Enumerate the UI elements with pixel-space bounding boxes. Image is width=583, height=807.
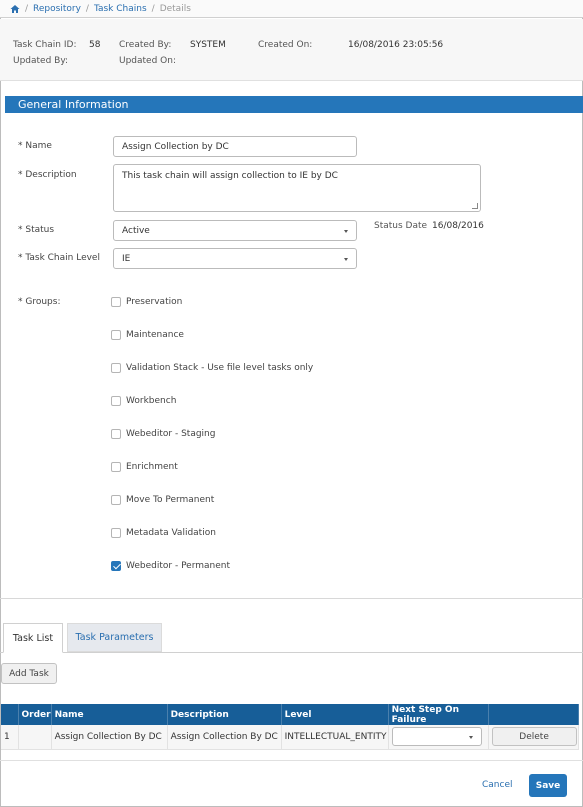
group-label: Move To Permanent xyxy=(126,495,215,505)
group-checkbox-row[interactable]: Enrichment xyxy=(111,462,178,472)
save-button[interactable]: Save xyxy=(529,774,567,797)
home-icon[interactable] xyxy=(10,4,20,14)
row-description: Assign Collection By DC xyxy=(167,725,282,750)
task-chain-id-label: Task Chain ID: xyxy=(13,40,77,50)
add-task-button[interactable]: Add Task xyxy=(1,663,57,684)
checkbox[interactable] xyxy=(111,396,121,406)
tab-task-list[interactable]: Task List xyxy=(3,623,63,653)
breadcrumb-separator: / xyxy=(151,3,155,14)
status-date-label: Status Date xyxy=(374,221,428,231)
general-information-header: General Information xyxy=(5,96,583,113)
breadcrumb-task-chains[interactable]: Task Chains xyxy=(94,4,147,14)
group-label: Preservation xyxy=(126,297,183,307)
task-chain-level-select[interactable]: IE xyxy=(113,248,357,269)
delete-button[interactable]: Delete xyxy=(491,727,577,747)
task-list-table: Order Name Description Level Next Step O… xyxy=(1,704,580,750)
group-checkbox-row[interactable]: Workbench xyxy=(111,396,176,406)
row-next-step-cell xyxy=(388,725,489,750)
checkbox-checked[interactable] xyxy=(111,561,121,571)
group-label: Webeditor - Staging xyxy=(126,429,216,439)
row-index: 1 xyxy=(1,725,19,750)
name-input[interactable]: Assign Collection by DC xyxy=(113,136,357,157)
task-chain-id-value: 58 xyxy=(89,40,101,50)
group-checkbox-row[interactable]: Webeditor - Permanent xyxy=(111,561,230,571)
breadcrumb: / Repository / Task Chains / Details xyxy=(0,0,583,18)
resize-grip-icon[interactable] xyxy=(472,203,478,209)
cancel-button[interactable]: Cancel xyxy=(482,780,513,790)
breadcrumb-repository[interactable]: Repository xyxy=(33,4,81,14)
updated-on-label: Updated On: xyxy=(119,56,176,66)
description-textarea[interactable]: This task chain will assign collection t… xyxy=(113,164,481,212)
status-selected-value: Active xyxy=(122,225,150,236)
page-frame xyxy=(0,0,583,807)
group-checkbox-row[interactable]: Metadata Validation xyxy=(111,528,216,538)
group-checkbox-row[interactable]: Maintenance xyxy=(111,330,184,340)
group-checkbox-row[interactable]: Webeditor - Staging xyxy=(111,429,215,439)
created-by-label: Created By: xyxy=(119,40,172,50)
column-header-order[interactable]: Order xyxy=(18,704,52,725)
row-name: Assign Collection By DC xyxy=(51,725,168,750)
row-actions-cell: Delete xyxy=(488,725,580,750)
group-label: Metadata Validation xyxy=(126,528,216,538)
description-text: This task chain will assign collection t… xyxy=(122,171,338,181)
column-header-actions xyxy=(488,704,580,725)
description-label: * Description xyxy=(18,170,77,180)
chevron-down-icon xyxy=(344,257,348,261)
table-header-row: Order Name Description Level Next Step O… xyxy=(1,704,580,725)
group-checkbox-row[interactable]: Move To Permanent xyxy=(111,495,214,505)
checkbox[interactable] xyxy=(111,528,121,538)
status-select[interactable]: Active xyxy=(113,220,357,241)
row-order xyxy=(18,725,52,750)
info-panel: Task Chain ID: 58 Created By: SYSTEM Cre… xyxy=(0,19,583,81)
checkbox[interactable] xyxy=(111,297,121,307)
status-date-value: 16/08/2016 xyxy=(432,221,484,231)
group-label: Validation Stack - Use file level tasks … xyxy=(126,363,314,373)
updated-by-label: Updated By: xyxy=(13,56,69,66)
tabs-baseline xyxy=(0,652,583,653)
group-label: Maintenance xyxy=(126,330,184,340)
group-label: Webeditor - Permanent xyxy=(126,561,231,571)
level-selected-value: IE xyxy=(122,253,131,264)
divider xyxy=(0,598,583,599)
chevron-down-icon xyxy=(468,736,473,740)
groups-label: * Groups: xyxy=(18,297,61,307)
table-row: 1 Assign Collection By DC Assign Collect… xyxy=(1,725,580,750)
status-label: * Status xyxy=(18,225,55,235)
column-header-index xyxy=(1,704,19,725)
next-step-select[interactable] xyxy=(391,727,482,747)
column-header-level[interactable]: Level xyxy=(281,704,389,725)
breadcrumb-details: Details xyxy=(159,3,191,14)
name-label: * Name xyxy=(18,141,52,151)
column-header-next-step[interactable]: Next Step On Failure xyxy=(388,704,489,725)
task-chain-level-label: * Task Chain Level xyxy=(18,253,100,263)
group-checkbox-row[interactable]: Validation Stack - Use file level tasks … xyxy=(111,363,313,373)
checkbox[interactable] xyxy=(111,330,121,340)
tab-task-parameters[interactable]: Task Parameters xyxy=(67,623,162,652)
group-label: Workbench xyxy=(126,396,177,406)
checkbox[interactable] xyxy=(111,495,121,505)
created-on-value: 16/08/2016 23:05:56 xyxy=(348,40,444,50)
checkbox[interactable] xyxy=(111,462,121,472)
created-by-value: SYSTEM xyxy=(190,40,226,50)
breadcrumb-separator: / xyxy=(85,3,89,14)
chevron-down-icon xyxy=(344,229,348,233)
checkbox[interactable] xyxy=(111,429,121,439)
created-on-label: Created On: xyxy=(258,40,313,50)
row-level: INTELLECTUAL_ENTITY xyxy=(281,725,389,750)
group-checkbox-row[interactable]: Preservation xyxy=(111,297,182,307)
breadcrumb-separator: / xyxy=(25,3,29,14)
checkbox[interactable] xyxy=(111,363,121,373)
group-label: Enrichment xyxy=(126,462,178,472)
column-header-name[interactable]: Name xyxy=(51,704,168,725)
column-header-description[interactable]: Description xyxy=(167,704,282,725)
